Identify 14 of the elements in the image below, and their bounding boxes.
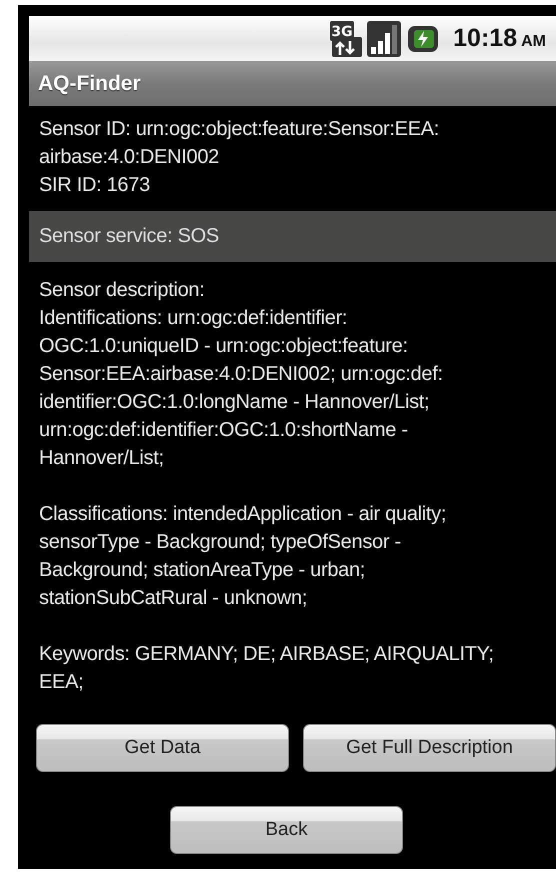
sensor-service-bar: Sensor service: SOS xyxy=(29,211,556,262)
action-button[interactable]: Get Full Description xyxy=(303,724,556,772)
sensor-info-text: Sensor ID: urn:ogc:object:feature:Sensor:EEA: airbase:4.0:DENI002 xyxy=(39,117,440,170)
clock-am-pm: AM xyxy=(521,33,546,51)
sensor-info-text: SIR ID: 1673 xyxy=(39,173,151,198)
battery-charging-icon xyxy=(406,24,440,54)
signal-icon xyxy=(367,20,402,56)
description-paragraph: Sensor description: Identifications: urn:ogc:def:identifier: OGC:1.0:uniqueID - urn:ogc:object:feature: Sensor:EEA:airbase:4.0:DENI002; urn:ogc:def: identifier:OGC:1.0:longName - Hannover/List; urn:ogc:def:identifier:OGC:1.0:shortName - Hannover/List; xyxy=(39,278,444,471)
back-button[interactable]: Back xyxy=(170,806,403,854)
app-title-bar: AQ-Finder xyxy=(29,61,556,106)
description-paragraph: Keywords: GERMANY; DE; AIRBASE; AIRQUALITY; EEA; xyxy=(39,642,495,695)
action-button[interactable]: Get Data xyxy=(36,724,289,772)
description-paragraph: Classifications: intendedApplication - air quality; sensorType - Background; typeOfSensor - Background; stationAreaType - urban; stationSubCatRural - unknown; xyxy=(39,502,448,611)
clock-time: 10:18 xyxy=(453,24,518,53)
